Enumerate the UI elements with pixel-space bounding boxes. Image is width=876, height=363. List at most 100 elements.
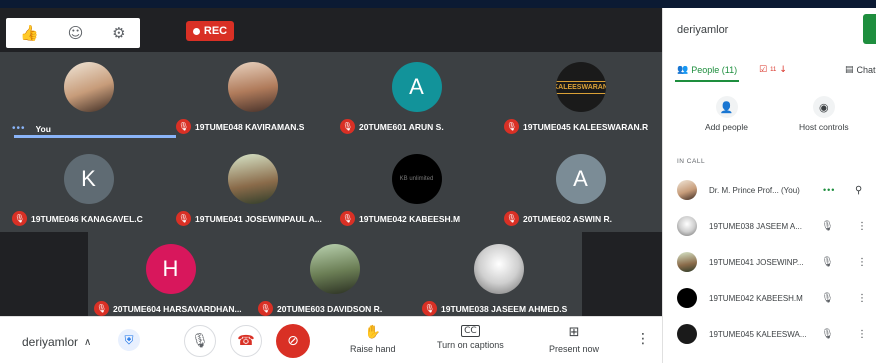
avatar <box>677 288 697 308</box>
tile-name: 19TUME045 KALEESWARAN.R <box>523 121 649 132</box>
participant-tile[interactable]: K 🎙 19TUME046 KANAGAVEL.C <box>6 144 171 234</box>
participant-name: 19TUME038 JASEEM A... <box>709 221 802 231</box>
window-top-bar <box>0 0 876 8</box>
chat-icon: ▤ <box>845 65 854 75</box>
camera-off-icon: ⊘ <box>287 333 299 349</box>
participant-tile[interactable]: 🎙 19TUME048 KAVIRAMAN.S <box>170 52 335 142</box>
list-item[interactable]: 19TUME041 JOSEWINP... 🎙 ⋮ <box>663 244 876 280</box>
mic-off-icon: 🎙 <box>821 220 834 232</box>
list-item[interactable]: 19TUME045 KALEESWA... 🎙 ⋮ <box>663 316 876 352</box>
tile-name: 20TUME601 ARUN S. <box>359 121 444 132</box>
avatar: A <box>391 62 442 112</box>
avatar: KALEESWARAN <box>555 62 606 112</box>
panel-actions: 👤 Add people ◉ Host controls <box>663 96 876 136</box>
participant-tile[interactable]: 🎙 19TUME038 JASEEM AHMED.S <box>416 234 581 324</box>
gear-icon[interactable]: ⚙ <box>112 24 125 42</box>
mic-off-icon: 🎙 <box>176 211 191 226</box>
in-call-heading: IN CALL <box>677 158 706 165</box>
leave-call-button[interactable]: ☎ <box>230 325 262 357</box>
tile-name: 19TUME042 KABEESH.M <box>359 213 461 224</box>
avatar <box>227 62 278 112</box>
present-now-button[interactable]: ⊞ Present now <box>549 325 599 354</box>
clapping-icon[interactable]: ☺ <box>68 24 84 42</box>
participant-tile[interactable]: 🎙 19TUME041 JOSEWINPAUL A... <box>170 144 335 234</box>
captions-button[interactable]: CC Turn on captions <box>437 325 504 350</box>
mic-off-icon: 🎙 <box>422 301 437 316</box>
participant-tile[interactable]: A 🎙 20TUME601 ARUN S. <box>334 52 499 142</box>
more-options-icon[interactable]: ⋮ <box>857 293 867 304</box>
avatar <box>677 324 697 344</box>
avatar: K <box>63 154 114 204</box>
tile-name: 20TUME602 ASWIN R. <box>523 213 612 224</box>
avatar: KB unlimited <box>391 154 442 204</box>
participant-tile[interactable]: KB unlimited 🎙 19TUME042 KABEESH.M <box>334 144 499 234</box>
mic-off-icon: 🎙 <box>340 211 355 226</box>
participant-tile-you[interactable]: ••• You <box>6 52 176 142</box>
toggle-icon: ◉ <box>812 96 835 118</box>
more-dots-icon: ••• <box>12 123 26 134</box>
add-people-button[interactable]: 👤 Add people <box>705 96 748 132</box>
avatar: A <box>555 154 606 204</box>
panel-tabs: 👥 People (11) ☑ 11 ↓ ▤ Chat <box>673 58 876 82</box>
more-options-icon[interactable]: ⋮ <box>857 257 867 268</box>
host-controls-button[interactable]: ◉ Host controls <box>799 96 849 132</box>
more-options-icon[interactable]: ⋮ <box>857 221 867 232</box>
active-speaker-indicator <box>14 135 176 138</box>
mic-off-icon: 🎙 <box>821 328 834 340</box>
list-item[interactable]: 19TUME042 KABEESH.M 🎙 ⋮ <box>663 280 876 316</box>
mic-off-icon: 🎙 <box>176 119 191 134</box>
microphone-icon: 🎙 <box>191 333 209 349</box>
avatar <box>677 216 697 236</box>
recording-label: REC <box>203 25 228 37</box>
captions-label: Turn on captions <box>437 340 504 350</box>
mic-off-icon: 🎙 <box>821 292 834 304</box>
people-tab-label: People (11) <box>691 65 738 75</box>
more-options-icon[interactable]: ⋮ <box>857 329 867 340</box>
mic-off-icon: 🎙 <box>94 301 109 316</box>
mic-off-icon: 🎙 <box>12 211 27 226</box>
list-item[interactable]: Dr. M. Prince Prof... (You) ••• ⚲ <box>663 172 876 208</box>
pin-icon[interactable]: ⚲ <box>855 185 862 196</box>
checkbox-icon: ☑ <box>759 65 768 75</box>
list-item[interactable]: 19TUME038 JASEEM A... 🎙 ⋮ <box>663 208 876 244</box>
tab-tasks[interactable]: ☑ 11 ↓ <box>759 65 787 75</box>
participant-name: Dr. M. Prince Prof... (You) <box>709 185 800 195</box>
microphone-button[interactable]: 🎙 <box>184 325 216 357</box>
hang-up-icon: ☎ <box>237 333 255 349</box>
present-icon: ⊞ <box>568 325 580 340</box>
thumbs-up-icon[interactable]: 👍 <box>20 24 39 42</box>
tile-name: 19TUME038 JASEEM AHMED.S <box>441 303 568 314</box>
chat-tab-label: Chat <box>856 65 876 75</box>
add-people-label: Add people <box>705 122 749 132</box>
logo-text: KB unlimited <box>399 176 434 182</box>
record-dot-icon <box>192 27 200 35</box>
arrow-down-icon: ↓ <box>779 65 787 75</box>
host-controls-label: Host controls <box>799 122 849 132</box>
participant-tile[interactable]: H 🎙 20TUME604 HARSAVARDHAN... <box>88 234 253 324</box>
avatar <box>473 244 524 294</box>
participant-tile[interactable]: A 🎙 20TUME602 ASWIN R. <box>498 144 663 234</box>
add-person-icon: 👤 <box>715 96 738 118</box>
avatar <box>227 154 278 204</box>
tab-chat[interactable]: ▤ Chat <box>845 65 876 75</box>
meeting-code: deriyamlor <box>22 335 79 349</box>
raise-hand-button[interactable]: ✋ Raise hand <box>350 325 396 354</box>
chevron-up-icon: ∧ <box>84 336 92 348</box>
avatar: H <box>145 244 196 294</box>
panel-tool-icon[interactable] <box>863 14 876 44</box>
tab-people[interactable]: 👥 People (11) <box>677 65 737 75</box>
tile-name: 19TUME041 JOSEWINPAUL A... <box>195 213 322 224</box>
meeting-stage: 👍 ☺ ⚙ REC ••• You 🎙 19TUME048 KAVIRAMAN.S… <box>0 8 663 324</box>
tasks-badge: 11 <box>770 67 777 73</box>
logo-text: KALEESWARAN <box>555 80 606 94</box>
participant-name: 19TUME042 KABEESH.M <box>709 293 803 303</box>
mic-off-icon: 🎙 <box>504 119 519 134</box>
more-options-icon[interactable]: ⋮ <box>636 331 650 347</box>
meeting-details-toggle[interactable]: deriyamlor ∧ <box>22 335 91 349</box>
camera-toggle-button[interactable]: ⊘ <box>276 324 310 358</box>
participant-tile[interactable]: 🎙 20TUME603 DAVIDSON R. <box>252 234 417 324</box>
active-tab-indicator <box>675 80 739 82</box>
shield-icon[interactable]: ⛨ <box>118 329 140 351</box>
participant-tile[interactable]: KALEESWARAN 🎙 19TUME045 KALEESWARAN.R <box>498 52 663 142</box>
avatar <box>309 244 360 294</box>
